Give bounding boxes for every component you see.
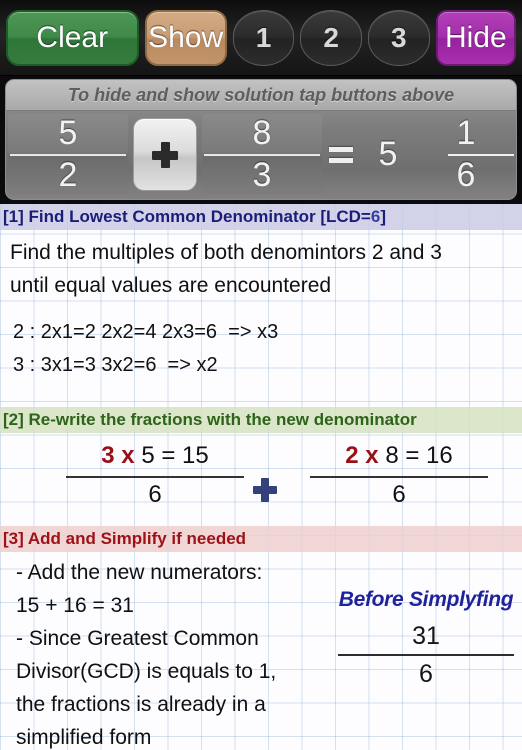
- result-whole-number: 5: [378, 135, 398, 173]
- equals-sign: [324, 114, 358, 195]
- rewritten-left-numerator-row: 3 x 5 = 15: [48, 439, 262, 473]
- step-1-paragraph-line-2: until equal values are encountered: [10, 274, 332, 297]
- step-2-button[interactable]: 2: [300, 9, 362, 66]
- step-1-multiples-line-1: 2 : 2x1=2 2x2=4 2x3=6 => x3: [13, 321, 279, 343]
- result-fraction: 1 6: [418, 114, 516, 195]
- step-3-button[interactable]: 3: [368, 9, 430, 66]
- step-1-header: [1] Find Lowest Common Denominator [LCD=…: [0, 204, 522, 230]
- step-3-explanation: - Add the new numerators: 15 + 16 = 31 -…: [16, 561, 277, 749]
- step-3-header: [3] Add and Simplify if needed: [0, 526, 522, 552]
- rewritten-right-numerator-row: 2 x 8 = 16: [292, 439, 506, 473]
- operand-1-numerator[interactable]: 5: [8, 114, 128, 154]
- operand-2-numerator[interactable]: 8: [202, 114, 322, 154]
- rewritten-left-denominator: 6: [148, 481, 162, 508]
- rewritten-right-denominator: 6: [392, 481, 406, 508]
- step-3-body: - Add the new numerators: 15 + 16 = 31 -…: [0, 552, 522, 750]
- top-toolbar: Clear Show 1 2 3 Hide: [0, 0, 522, 76]
- step-1-header-suffix: ]: [380, 207, 386, 226]
- rewritten-fraction-left: 3 x 5 = 15 6: [48, 439, 262, 512]
- step-3-result-block: Before Simplyfing 31 6: [330, 588, 522, 692]
- before-simplifying-label: Before Simplyfing: [338, 588, 514, 611]
- step-1-button[interactable]: 1: [232, 9, 295, 66]
- operand-1-denominator[interactable]: 2: [8, 156, 128, 196]
- operator-button[interactable]: [133, 118, 197, 191]
- equals-icon: [329, 146, 353, 163]
- hide-button[interactable]: Hide: [435, 9, 516, 66]
- result-denominator: 6: [456, 155, 476, 194]
- rewritten-left-multiplier: 3 x: [101, 442, 135, 469]
- equation-panel-container: To hide and show solution tap buttons ab…: [0, 76, 522, 204]
- lcd-value: 6: [370, 207, 381, 226]
- rewritten-right-expression: 8 = 16: [378, 442, 453, 469]
- operand-2-fraction[interactable]: 8 3: [202, 114, 322, 195]
- step-1-header-text: [1] Find Lowest Common Denominator [LCD=: [3, 207, 371, 226]
- clear-button[interactable]: Clear: [6, 9, 139, 66]
- rewritten-right-multiplier: 2 x: [345, 442, 379, 469]
- equation-panel: To hide and show solution tap buttons ab…: [5, 79, 517, 200]
- step-1-paragraph-line-1: Find the multiples of both denomintors 2…: [10, 241, 442, 264]
- rewritten-left-expression: 5 = 15: [134, 442, 209, 469]
- operand-2-denominator[interactable]: 3: [202, 156, 322, 196]
- unsimplified-numerator: 31: [412, 622, 440, 650]
- show-button[interactable]: Show: [144, 9, 227, 66]
- step-1-multiples-line-2: 3 : 3x1=3 3x2=6 => x2: [13, 354, 218, 376]
- equation-hint-text: To hide and show solution tap buttons ab…: [6, 80, 516, 111]
- result-numerator: 1: [456, 114, 476, 153]
- operand-1-fraction[interactable]: 5 2: [8, 114, 128, 195]
- rewritten-fraction-right: 2 x 8 = 16 6: [292, 439, 506, 512]
- step-2-header: [2] Re-write the fractions with the new …: [0, 407, 522, 433]
- step-2-rewrite-row: 3 x 5 = 15 6 2 x 8 = 16 6: [0, 433, 522, 526]
- solution-worksheet: [1] Find Lowest Common Denominator [LCD=…: [0, 204, 522, 750]
- equation-row: 5 2 8 3 5 1 6: [6, 111, 516, 199]
- plus-icon: [150, 140, 180, 170]
- rewrite-plus-icon: [252, 477, 278, 503]
- unsimplified-denominator: 6: [419, 660, 433, 688]
